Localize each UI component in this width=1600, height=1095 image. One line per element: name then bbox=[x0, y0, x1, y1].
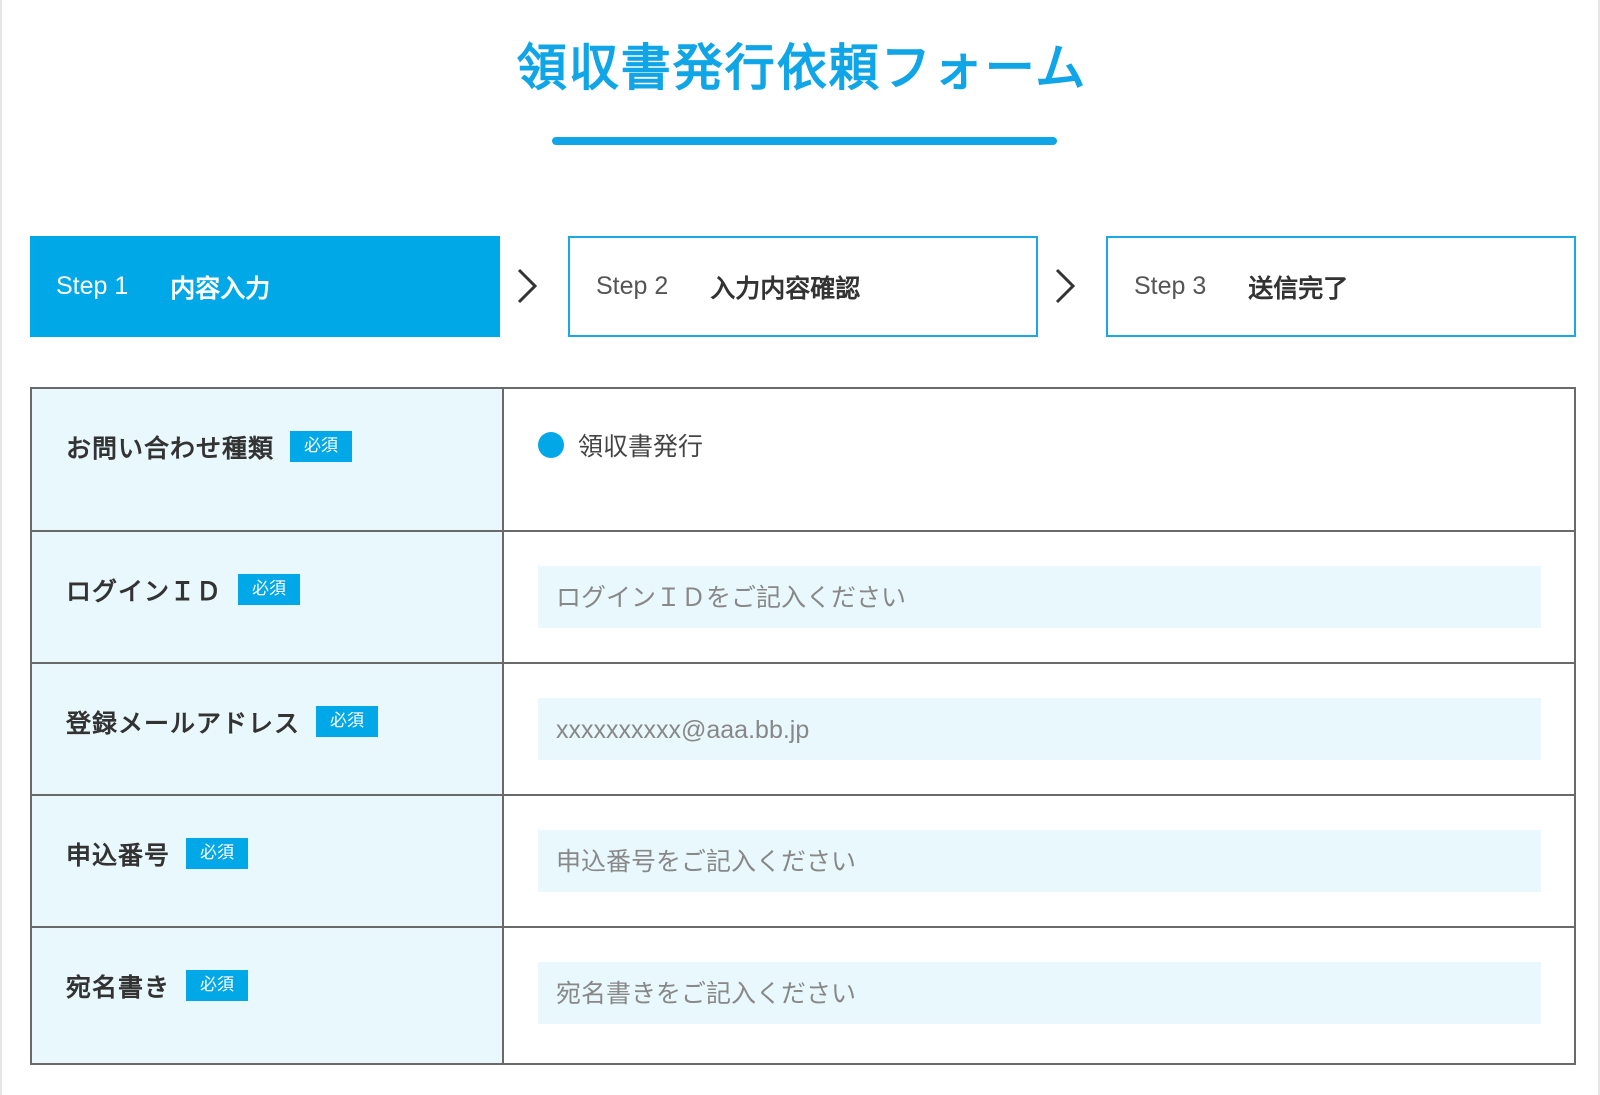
step-3-number: Step 3 bbox=[1134, 272, 1207, 300]
field-value-cell bbox=[504, 532, 1574, 662]
login-id-input[interactable] bbox=[538, 566, 1541, 628]
form-row-addressee: 宛名書き 必須 bbox=[32, 928, 1574, 1063]
inquiry-type-label: お問い合わせ種類 bbox=[66, 434, 275, 463]
required-badge: 必須 bbox=[316, 706, 379, 737]
field-label-cell: 登録メールアドレス 必須 bbox=[32, 664, 504, 794]
form-row-application-number: 申込番号 必須 bbox=[32, 796, 1574, 928]
inquiry-type-radio[interactable]: 領収書発行 bbox=[538, 427, 703, 463]
step-3-name: 送信完了 bbox=[1248, 273, 1349, 303]
addressee-label: 宛名書き bbox=[66, 973, 171, 1002]
step-1: Step 1 内容入力 bbox=[30, 236, 500, 337]
step-1-name: 内容入力 bbox=[170, 273, 271, 303]
field-value-cell bbox=[504, 664, 1574, 794]
field-label-cell: ログインＩＤ 必須 bbox=[32, 532, 504, 662]
request-form: お問い合わせ種類 必須 領収書発行 ログインＩＤ 必須 登録メールアドレス bbox=[30, 387, 1576, 1065]
form-row-inquiry-type: お問い合わせ種類 必須 領収書発行 bbox=[32, 389, 1574, 532]
form-row-email: 登録メールアドレス 必須 bbox=[32, 664, 1574, 796]
step-indicator: Step 1 内容入力 Step 2 入力内容確認 Step 3 送信完了 bbox=[30, 236, 1576, 337]
field-label-cell: 宛名書き 必須 bbox=[32, 928, 504, 1063]
field-value-cell: 領収書発行 bbox=[504, 389, 1574, 530]
step-2-number: Step 2 bbox=[596, 272, 669, 300]
form-page: 領収書発行依頼フォーム Step 1 内容入力 Step 2 入力内容確認 St… bbox=[0, 0, 1600, 1095]
inquiry-type-option-label[interactable]: 領収書発行 bbox=[578, 427, 703, 463]
radio-selected-icon[interactable] bbox=[538, 432, 564, 458]
chevron-right-icon bbox=[1055, 268, 1076, 304]
application-number-input[interactable] bbox=[538, 830, 1541, 892]
required-badge: 必須 bbox=[186, 838, 249, 869]
title-underline bbox=[552, 137, 1057, 145]
email-label: 登録メールアドレス bbox=[66, 709, 301, 738]
step-2: Step 2 入力内容確認 bbox=[568, 236, 1038, 337]
field-value-cell bbox=[504, 796, 1574, 926]
email-input[interactable] bbox=[538, 698, 1541, 760]
required-badge: 必須 bbox=[238, 574, 301, 605]
addressee-input[interactable] bbox=[538, 962, 1541, 1024]
field-label-cell: お問い合わせ種類 必須 bbox=[32, 389, 504, 530]
required-badge: 必須 bbox=[186, 970, 249, 1001]
step-1-number: Step 1 bbox=[56, 272, 129, 300]
form-row-login-id: ログインＩＤ 必須 bbox=[32, 532, 1574, 664]
login-id-label: ログインＩＤ bbox=[66, 577, 223, 606]
application-number-label: 申込番号 bbox=[66, 841, 171, 870]
step-3: Step 3 送信完了 bbox=[1106, 236, 1576, 337]
required-badge: 必須 bbox=[290, 431, 353, 462]
field-label-cell: 申込番号 必須 bbox=[32, 796, 504, 926]
chevron-right-icon bbox=[517, 268, 538, 304]
page-title: 領収書発行依頼フォーム bbox=[516, 39, 1088, 97]
step-2-name: 入力内容確認 bbox=[710, 273, 861, 303]
field-value-cell bbox=[504, 928, 1574, 1063]
